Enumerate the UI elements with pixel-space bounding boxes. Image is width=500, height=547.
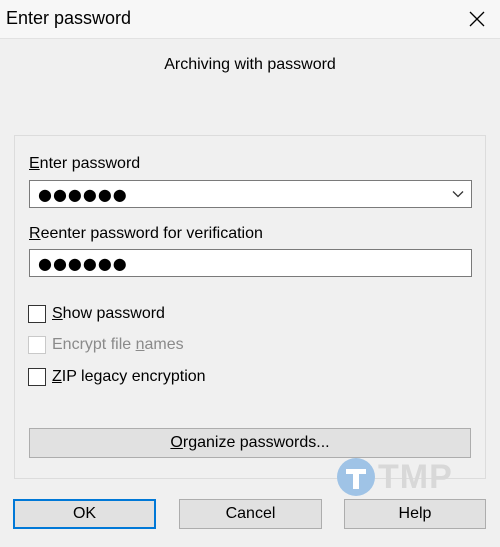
reenter-password-value: ●●●●●●	[38, 253, 128, 273]
ok-button[interactable]: OK	[13, 499, 156, 529]
zip-legacy-option[interactable]: ZIP legacy encryption	[28, 366, 206, 388]
help-button[interactable]: Help	[344, 499, 486, 529]
reenter-password-label: Reenter password for verification	[29, 225, 263, 242]
organize-passwords-button[interactable]: Organize passwords...	[29, 428, 471, 458]
window-title: Enter password	[6, 8, 132, 28]
show-password-label: Show password	[52, 305, 165, 322]
close-icon	[469, 11, 485, 27]
watermark-logo-icon	[337, 458, 375, 496]
zip-legacy-checkbox[interactable]	[28, 368, 46, 386]
close-button[interactable]	[454, 0, 500, 38]
chevron-down-icon[interactable]	[451, 187, 465, 201]
show-password-option[interactable]: Show password	[28, 303, 165, 325]
password-combo[interactable]: ●●●●●●	[29, 180, 472, 208]
reenter-password-field[interactable]: ●●●●●●	[29, 249, 472, 277]
watermark-text: TMP	[378, 457, 453, 496]
encrypt-file-names-option: Encrypt file names	[28, 334, 184, 356]
enter-password-label: Enter password	[29, 155, 141, 172]
title-bar: Enter password	[0, 0, 500, 39]
show-password-checkbox[interactable]	[28, 305, 46, 323]
encrypt-file-names-label: Encrypt file names	[52, 336, 184, 353]
dialog-subtitle: Archiving with password	[164, 56, 336, 73]
password-value: ●●●●●●	[38, 184, 128, 204]
encrypt-file-names-checkbox	[28, 336, 46, 354]
cancel-button[interactable]: Cancel	[179, 499, 322, 529]
zip-legacy-label: ZIP legacy encryption	[52, 368, 206, 385]
tmp-watermark: TMP	[336, 456, 453, 498]
